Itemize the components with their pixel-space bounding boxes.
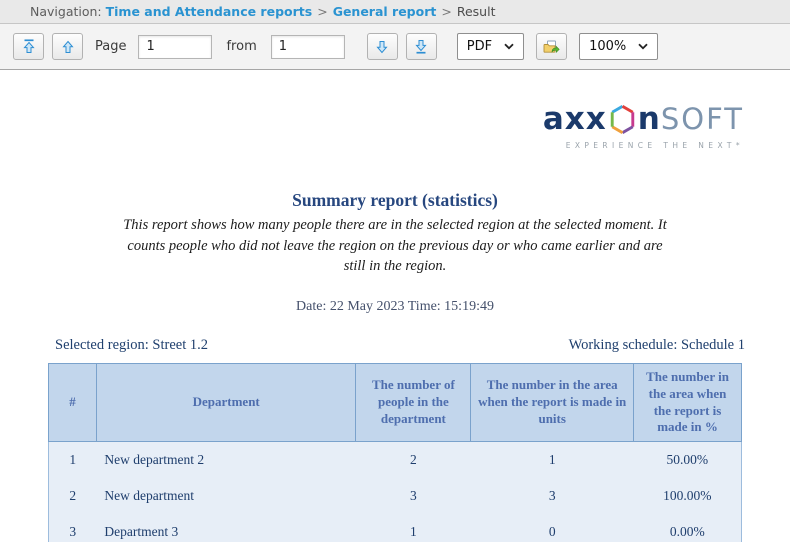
last-page-button[interactable] [405,33,437,60]
axxonsoft-logo: axx n SOFT EXPERIENCE THE NEXT* [0,104,744,151]
page-label: Page [95,39,127,54]
report-context-row: Selected region: Street 1.2 Working sche… [55,337,745,354]
row-index: 1 [48,441,97,479]
previous-page-button[interactable] [52,33,83,60]
percent-cell: 0.00% [633,514,742,542]
logo-text-soft: SOFT [660,102,744,136]
page-number-input[interactable] [138,34,213,59]
table-row: 2 New department 3 3 100.00% [48,478,742,515]
department-cell: New department [96,478,356,515]
report-title: Summary report (statistics) [292,190,498,210]
chevron-down-icon [638,39,648,54]
department-cell: Department 3 [96,514,356,542]
export-format-select[interactable]: PDF [456,33,525,60]
zoom-level-select[interactable]: 100% [579,33,659,60]
units-cell: 3 [470,478,634,515]
people-cell: 3 [355,478,471,515]
breadcrumb-link-time-attendance-reports[interactable]: Time and Attendance reports [106,4,313,19]
working-schedule-label: Working schedule: Schedule 1 [568,336,745,353]
column-header-department: Department [95,362,357,443]
chevron-down-icon [504,39,514,54]
export-format-value: PDF [466,39,493,54]
row-index: 2 [48,478,97,515]
table-body: 1 New department 2 2 1 50.00% 2 New depa… [48,441,742,542]
breadcrumb-label: Navigation: [30,4,106,19]
arrow-down-icon [375,40,389,54]
logo-text-n: n [637,101,661,137]
breadcrumb-current-result: Result [456,4,496,19]
column-header-units: The number in the area when the report i… [470,362,635,443]
table-row: 1 New department 2 2 1 50.00% [48,441,742,479]
hexagon-logo-icon [609,105,636,134]
report-date-line: Date: 22 May 2023 Time: 15:19:49 [296,298,494,314]
units-cell: 0 [470,514,634,542]
summary-statistics-table: # Department The number of people in the… [48,362,742,542]
table-row: 3 Department 3 1 0 0.00% [48,514,742,542]
breadcrumb-separator: > [441,4,452,19]
logo-text-axx: axx [542,101,607,137]
zoom-level-value: 100% [589,39,627,54]
export-icon [543,39,560,55]
units-cell: 1 [470,441,634,479]
column-header-people: The number of people in the department [355,362,472,443]
breadcrumb-separator: > [317,4,328,19]
table-header-row: # Department The number of people in the… [48,362,742,443]
first-page-icon [22,39,36,54]
percent-cell: 100.00% [633,478,742,515]
first-page-button[interactable] [13,33,44,60]
total-pages-input[interactable] [270,34,345,59]
department-cell: New department 2 [96,441,356,479]
selected-region-label: Selected region: Street 1.2 [55,336,209,353]
export-button[interactable] [536,33,568,60]
report-toolbar: Page from PDF [0,24,790,70]
report-description: This report shows how many people there … [123,217,667,275]
axxonsoft-logo-wordmark: axx n SOFT [543,104,744,135]
percent-cell: 50.00% [633,441,742,479]
people-cell: 1 [355,514,471,542]
next-page-button[interactable] [366,33,398,60]
arrow-up-icon [61,40,75,54]
people-cell: 2 [355,441,471,479]
breadcrumb-link-general-report[interactable]: General report [333,4,437,19]
column-header-percent: The number in the area when the report i… [633,362,742,443]
column-header-number: # [48,362,97,443]
from-label: from [226,39,257,54]
logo-tagline: EXPERIENCE THE NEXT* [565,141,744,150]
last-page-icon [414,39,428,54]
breadcrumb: Navigation: Time and Attendance reports … [0,0,790,24]
row-index: 3 [48,514,97,542]
report-viewer: axx n SOFT EXPERIENCE THE NEXT* Summary … [0,104,790,542]
